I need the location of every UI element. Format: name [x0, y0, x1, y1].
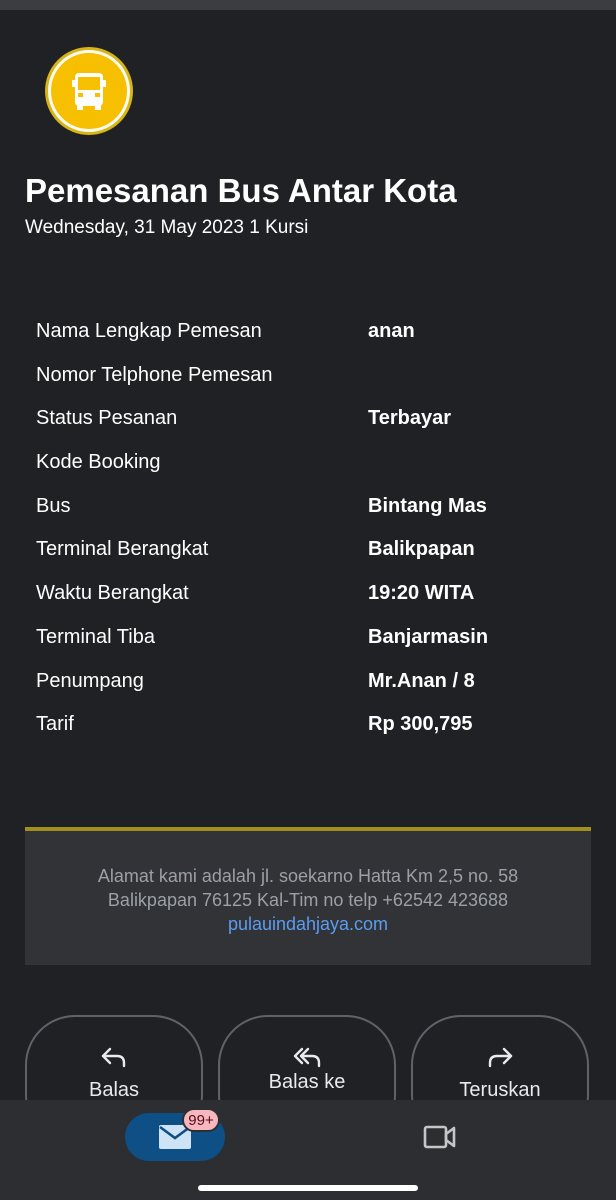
detail-label: Nomor Telphone Pemesan — [36, 363, 273, 386]
website-link[interactable]: pulauindahjaya.com — [25, 912, 591, 936]
detail-label: Penumpang — [36, 669, 144, 692]
detail-value: Mr.Anan / 8 — [368, 669, 475, 692]
unread-badge: 99+ — [182, 1108, 220, 1132]
reply-label: Balas — [88, 1079, 140, 1101]
booking-date-seats: Wednesday, 31 May 2023 1 Kursi — [25, 217, 309, 238]
detail-value: 19:20 WITA — [368, 582, 475, 605]
company-logo — [45, 47, 133, 135]
forward-icon — [488, 1047, 513, 1068]
reply-all-button[interactable]: Balas ke — [218, 1015, 396, 1110]
detail-label: Status Pesanan — [36, 407, 178, 430]
detail-value: Rp 300,795 — [368, 713, 473, 736]
detail-row: Penumpang Mr.Anan / 8 — [36, 670, 596, 714]
footer-address-line: Balikpapan 76125 Kal-Tim no telp +62542 … — [107, 890, 509, 910]
detail-label: Nama Lengkap Pemesan — [36, 320, 262, 342]
detail-row: Kode Booking — [36, 451, 596, 495]
reply-all-icon — [293, 1047, 321, 1068]
forward-label: Teruskan — [459, 1079, 541, 1101]
reply-all-label: Balas ke — [268, 1071, 346, 1093]
detail-value: Bintang Mas — [368, 494, 487, 517]
detail-label: Terminal Berangkat — [36, 538, 209, 561]
detail-value: anan — [368, 320, 415, 342]
detail-label: Tarif — [36, 713, 74, 736]
status-bar-strip — [0, 0, 616, 10]
detail-value: Balikpapan — [368, 538, 475, 561]
detail-row: Terminal Tiba Banjarmasin — [36, 626, 596, 670]
reply-button[interactable]: Balas — [25, 1015, 203, 1110]
page-title: Pemesanan Bus Antar Kota — [25, 172, 457, 209]
detail-row: Status Pesanan Terbayar — [36, 407, 596, 451]
detail-row: Nomor Telphone Pemesan — [36, 364, 596, 408]
video-camera-icon[interactable] — [423, 1124, 457, 1150]
footer-address-line: Alamat kami adalah jl. soekarno Hatta Km… — [97, 866, 519, 886]
detail-row: Tarif Rp 300,795 — [36, 713, 596, 757]
bottom-navigation: 99+ — [0, 1100, 616, 1200]
detail-row: Waktu Berangkat 19:20 WITA — [36, 582, 596, 626]
bus-icon — [72, 73, 106, 110]
reply-icon — [101, 1047, 126, 1068]
email-body: Pemesanan Bus Antar Kota Wednesday, 31 M… — [0, 10, 616, 1110]
detail-row: Bus Bintang Mas — [36, 495, 596, 539]
detail-label: Kode Booking — [36, 451, 161, 474]
detail-value: Terbayar — [368, 407, 452, 430]
home-indicator[interactable] — [198, 1185, 418, 1191]
detail-label: Bus — [36, 494, 71, 517]
detail-row: Terminal Berangkat Balikpapan — [36, 538, 596, 582]
detail-row: Nama Lengkap Pemesan anan — [36, 320, 596, 364]
forward-button[interactable]: Teruskan — [411, 1015, 589, 1110]
email-actions: Balas Balas ke Teruskan — [25, 1015, 591, 1110]
detail-label: Terminal Tiba — [36, 625, 155, 648]
company-footer: Alamat kami adalah jl. soekarno Hatta Km… — [25, 827, 591, 965]
detail-value: Banjarmasin — [368, 625, 489, 648]
booking-details-table: Nama Lengkap Pemesan anan Nomor Telphone… — [36, 320, 596, 757]
detail-label: Waktu Berangkat — [36, 582, 189, 605]
